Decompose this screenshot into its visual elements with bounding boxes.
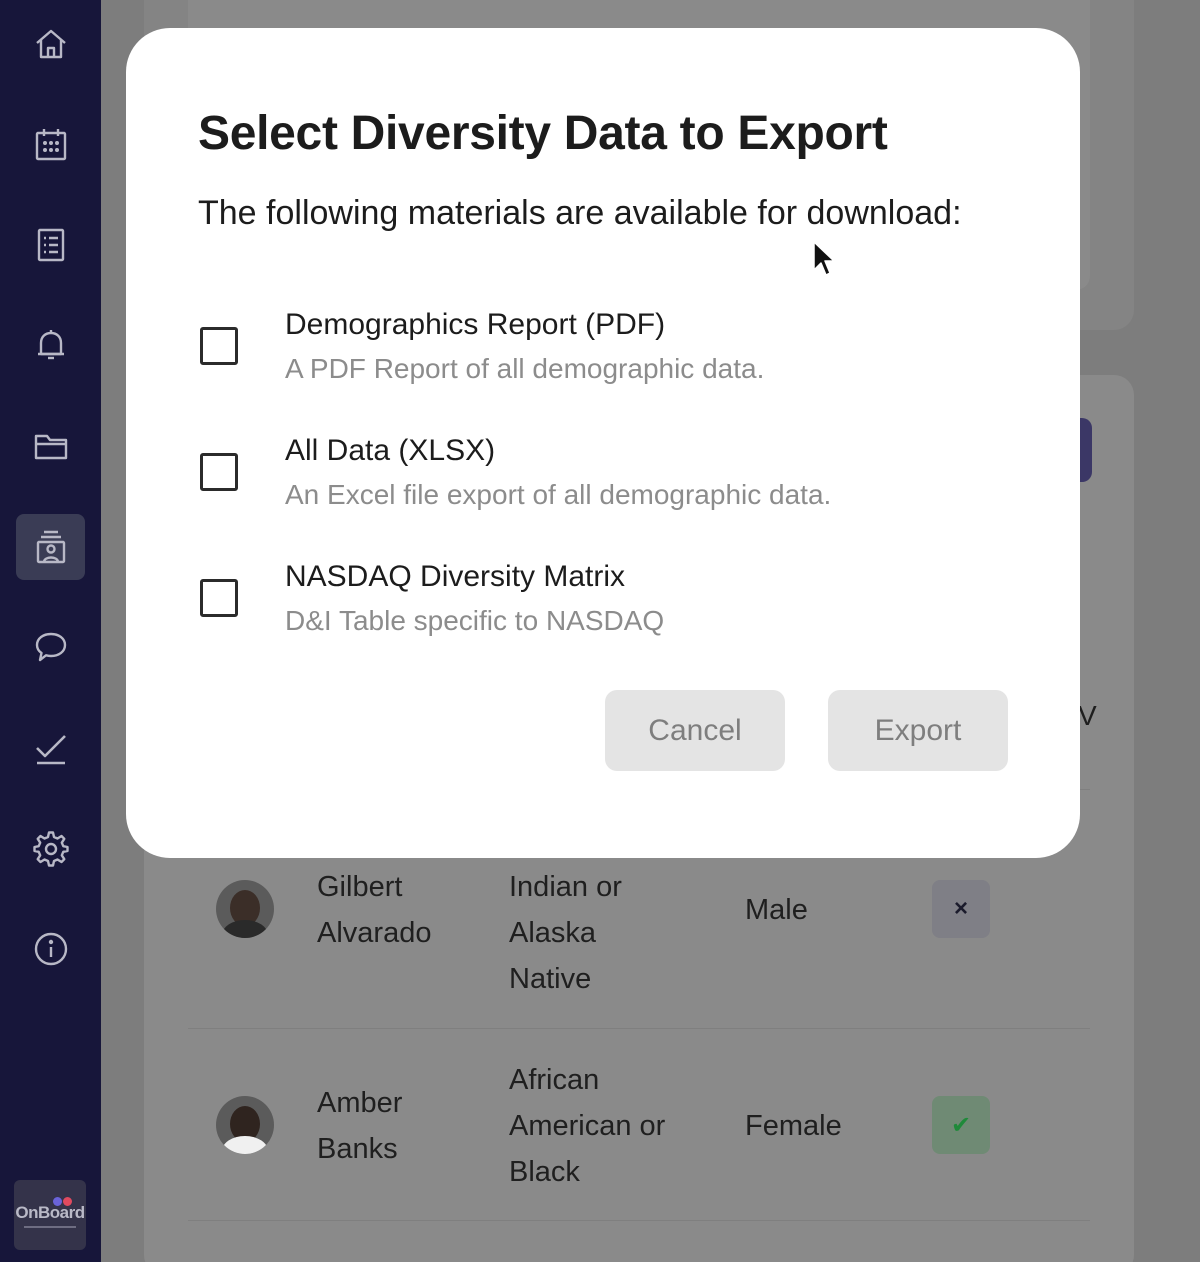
table-row[interactable]: Amber Banks African American or Black Fe… bbox=[188, 1056, 1090, 1220]
checkbox-nasdaq-matrix[interactable] bbox=[200, 579, 238, 617]
checkmark-icon bbox=[35, 735, 66, 765]
sidebar: OnBoard bbox=[0, 0, 101, 1262]
onboard-logo[interactable]: OnBoard bbox=[14, 1180, 86, 1250]
table-row[interactable]: Gilbert Alvarado Indian or Alaska Native… bbox=[188, 860, 1090, 1028]
sidebar-item-list[interactable] bbox=[16, 212, 85, 278]
member-race: African American or Black bbox=[509, 1064, 666, 1188]
directory-icon bbox=[36, 530, 65, 564]
option-title: NASDAQ Diversity Matrix bbox=[285, 560, 626, 593]
option-description: An Excel file export of all demographic … bbox=[285, 479, 832, 510]
checkbox-demographics-pdf[interactable] bbox=[200, 327, 238, 365]
member-race: Indian or Alaska Native bbox=[509, 871, 622, 995]
member-name: Gilbert Alvarado bbox=[317, 871, 432, 949]
table-divider bbox=[188, 1028, 1090, 1029]
export-option-all-data-xlsx[interactable]: All Data (XLSX) An Excel file export of … bbox=[198, 434, 1018, 524]
member-gender: Female bbox=[745, 1110, 842, 1142]
chat-bubble-icon bbox=[35, 632, 66, 662]
avatar bbox=[216, 1096, 274, 1154]
member-gender: Male bbox=[745, 894, 808, 926]
modal-subtitle: The following materials are available fo… bbox=[198, 194, 962, 232]
option-description: D&I Table specific to NASDAQ bbox=[285, 605, 665, 636]
logo-dots bbox=[53, 1197, 72, 1206]
checkbox-all-data-xlsx[interactable] bbox=[200, 453, 238, 491]
mouse-cursor-icon bbox=[813, 241, 835, 276]
gear-icon bbox=[32, 831, 69, 867]
home-icon bbox=[35, 29, 66, 59]
list-icon bbox=[37, 228, 64, 262]
calendar-icon bbox=[35, 129, 66, 161]
sidebar-item-files[interactable] bbox=[16, 413, 85, 479]
status-badge: ✔ bbox=[932, 1096, 990, 1154]
export-option-nasdaq-matrix[interactable]: NASDAQ Diversity Matrix D&I Table specif… bbox=[198, 560, 1018, 650]
sidebar-item-info[interactable] bbox=[16, 916, 85, 982]
sidebar-item-notifications[interactable] bbox=[16, 312, 85, 378]
export-modal: Select Diversity Data to Export The foll… bbox=[126, 28, 1080, 858]
cancel-button[interactable]: Cancel bbox=[605, 690, 785, 771]
sidebar-item-home[interactable] bbox=[16, 11, 85, 77]
background-header-fragment: V bbox=[1078, 700, 1097, 731]
sidebar-item-settings[interactable] bbox=[16, 816, 85, 882]
modal-title: Select Diversity Data to Export bbox=[198, 107, 888, 160]
table-divider bbox=[188, 1220, 1090, 1221]
option-title: Demographics Report (PDF) bbox=[285, 308, 666, 341]
logo-tagline-bar bbox=[24, 1225, 76, 1228]
avatar bbox=[216, 880, 274, 938]
option-description: A PDF Report of all demographic data. bbox=[285, 353, 765, 384]
sidebar-item-directory[interactable] bbox=[16, 514, 85, 580]
folder-icon bbox=[34, 434, 67, 460]
logo-text: OnBoard bbox=[15, 1202, 85, 1222]
sidebar-item-messages[interactable] bbox=[16, 614, 85, 680]
member-name: Amber Banks bbox=[317, 1087, 403, 1165]
sidebar-item-tasks[interactable] bbox=[16, 715, 85, 781]
export-button[interactable]: Export bbox=[828, 690, 1008, 771]
info-icon bbox=[34, 932, 67, 966]
export-option-demographics-pdf[interactable]: Demographics Report (PDF) A PDF Report o… bbox=[198, 308, 1018, 398]
status-badge: × bbox=[932, 880, 990, 938]
app-root: OnBoard V Gilbert Alvarado Indian or Ala… bbox=[0, 0, 1200, 1262]
bell-icon bbox=[37, 330, 64, 360]
sidebar-item-calendar[interactable] bbox=[16, 111, 85, 177]
option-title: All Data (XLSX) bbox=[285, 434, 496, 467]
